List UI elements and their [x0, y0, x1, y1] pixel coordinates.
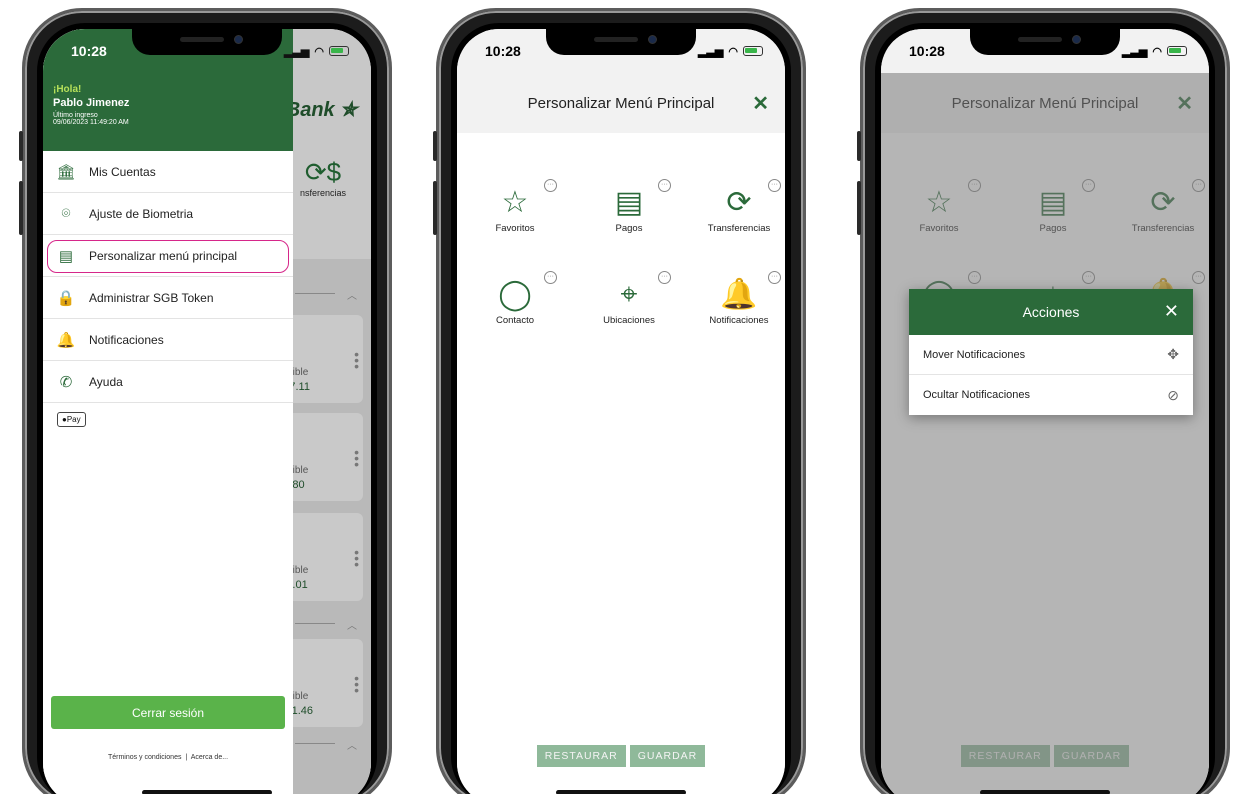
- menu-item-biometria[interactable]: ⌾ Ajuste de Biometria: [43, 193, 293, 235]
- page-title: Personalizar Menú Principal: [457, 73, 785, 133]
- menu-item-ayuda[interactable]: ✆ Ayuda: [43, 361, 293, 403]
- phone-menu-icon: ▤: [58, 247, 74, 265]
- battery-icon: [329, 46, 349, 56]
- token-lock-icon: 🔒: [56, 289, 76, 307]
- more-options-icon[interactable]: ···: [658, 179, 671, 192]
- eye-off-icon: ⊘: [1167, 386, 1179, 403]
- greeting: ¡Hola!: [53, 84, 82, 95]
- tile-transferencias[interactable]: ⟳ Transferencias ···: [689, 179, 785, 234]
- wifi-icon: ◠: [314, 45, 324, 58]
- menu-item-personalizar[interactable]: ▤ Personalizar menú principal: [43, 235, 293, 277]
- modal-header: Acciones ✕: [909, 289, 1193, 335]
- face-scan-icon: ⌾: [61, 205, 71, 222]
- home-indicator: [980, 790, 1110, 794]
- tile-pagos[interactable]: ▤ Pagos ···: [579, 179, 679, 234]
- user-name: Pablo Jimenez: [53, 97, 130, 109]
- more-options-icon[interactable]: ···: [658, 271, 671, 284]
- star-logo-icon: ✯: [340, 99, 357, 121]
- status-time: 10:28: [909, 43, 945, 59]
- bank-logo: Bank ✯: [285, 99, 357, 121]
- side-drawer: ¡Hola! Pablo Jimenez Último ingreso 09/0…: [43, 29, 293, 794]
- tile-contacto[interactable]: ◯ Contacto ···: [465, 271, 565, 326]
- modal-title: Acciones: [1022, 304, 1080, 320]
- terms-link[interactable]: Términos y condiciones: [108, 754, 182, 761]
- bell-icon: 🔔: [56, 331, 76, 349]
- status-time: 10:28: [71, 43, 107, 59]
- move-arrows-icon: ✥: [1167, 346, 1179, 362]
- menu-item-sgb-token[interactable]: 🔒 Administrar SGB Token: [43, 277, 293, 319]
- tile-grid: ☆ Favoritos ··· ▤ Pagos ··· ⟳ Transferen…: [457, 133, 785, 794]
- status-time: 10:28: [485, 43, 521, 59]
- hide-action[interactable]: Ocultar Notificaciones ⊘: [909, 375, 1193, 415]
- screen-actions: 10:28 ▂▃▅ ◠ Personalizar Menú Principal …: [881, 29, 1209, 794]
- signal-icon: ▂▃▅: [698, 45, 724, 58]
- home-indicator: [556, 790, 686, 794]
- actions-modal: Acciones ✕ Mover Notificaciones ✥ Oculta…: [909, 289, 1193, 415]
- save-button[interactable]: GUARDAR: [629, 745, 706, 767]
- wifi-icon: ◠: [728, 45, 738, 58]
- phone-actions: 10:28 ▂▃▅ ◠ Personalizar Menú Principal …: [857, 8, 1230, 794]
- close-icon[interactable]: ✕: [752, 91, 769, 116]
- signal-icon: ▂▃▅: [1122, 45, 1148, 58]
- battery-icon: [1167, 46, 1187, 56]
- more-options-icon[interactable]: ···: [544, 179, 557, 192]
- phone-drawer: 10:28 ▂▃▅ ◠ Bank ✯ ⟳$ nsferencias ︿ • • …: [19, 8, 392, 794]
- home-indicator: [142, 790, 272, 794]
- menu-item-notificaciones[interactable]: 🔔 Notificaciones: [43, 319, 293, 361]
- last-login-date: 09/06/2023 11:49:20 AM: [53, 119, 129, 126]
- tile-favoritos[interactable]: ☆ Favoritos ···: [465, 179, 565, 234]
- more-options-icon[interactable]: ···: [544, 271, 557, 284]
- restore-button[interactable]: RESTAURAR: [536, 745, 626, 767]
- menu-item-mis-cuentas[interactable]: 🏛 Mis Cuentas: [43, 151, 293, 193]
- tile-ubicaciones[interactable]: ⌖ Ubicaciones ···: [579, 271, 679, 326]
- signal-icon: ▂▃▅: [284, 45, 310, 58]
- wifi-icon: ◠: [1152, 45, 1162, 58]
- apple-pay-badge[interactable]: ●Pay: [57, 412, 86, 427]
- screen-drawer: 10:28 ▂▃▅ ◠ Bank ✯ ⟳$ nsferencias ︿ • • …: [43, 29, 371, 794]
- customize-actions: RESTAURAR GUARDAR: [457, 745, 785, 767]
- phone-customize: 10:28 ▂▃▅ ◠ Personalizar Menú Principal …: [433, 8, 806, 794]
- mockup-stage: 10:28 ▂▃▅ ◠ Bank ✯ ⟳$ nsferencias ︿ • • …: [0, 0, 1238, 794]
- screen-customize: 10:28 ▂▃▅ ◠ Personalizar Menú Principal …: [457, 29, 785, 794]
- tile-notificaciones[interactable]: 🔔 Notificaciones ···: [689, 271, 785, 326]
- transfer-icon: ⟳$: [304, 157, 342, 187]
- last-login-label: Último ingreso: [53, 112, 98, 119]
- move-action[interactable]: Mover Notificaciones ✥: [909, 335, 1193, 375]
- phone-help-icon: ✆: [59, 373, 73, 391]
- more-options-icon[interactable]: ···: [768, 271, 781, 284]
- bank-icon: 🏛: [56, 163, 76, 181]
- drawer-footer-links: Términos y condiciones | Acerca de...: [107, 754, 229, 761]
- bg-transfer-label: nsferencias: [299, 188, 347, 198]
- logout-button[interactable]: Cerrar sesión: [51, 696, 285, 729]
- about-link[interactable]: Acerca de...: [191, 754, 228, 761]
- more-options-icon[interactable]: ···: [768, 179, 781, 192]
- battery-icon: [743, 46, 763, 56]
- bg-transfer-shortcut: ⟳$ nsferencias: [293, 157, 353, 198]
- close-icon[interactable]: ✕: [1164, 301, 1179, 322]
